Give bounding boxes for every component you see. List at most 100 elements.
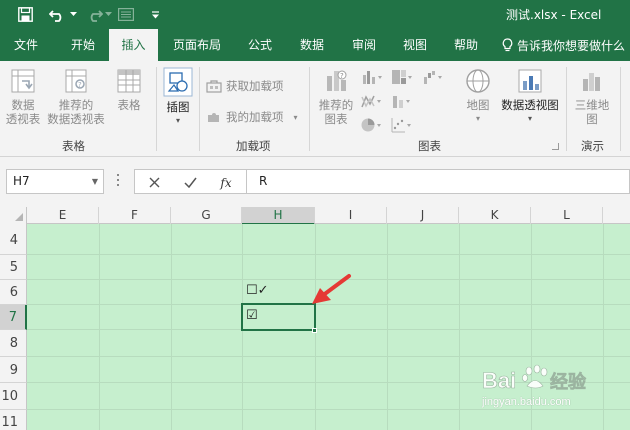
formula-bar-resize-handle[interactable]	[117, 174, 120, 189]
get-addins-label: 获取加载项	[226, 79, 284, 93]
undo-dropdown-icon[interactable]	[68, 0, 78, 29]
3d-map-button[interactable]: 三维地 图	[570, 67, 614, 126]
name-box[interactable]: H7 ▼	[6, 169, 104, 194]
waterfall-chart-icon[interactable]	[423, 69, 445, 85]
name-box-value: H7	[13, 174, 30, 188]
tab-formulas[interactable]: 公式	[238, 29, 282, 61]
recommended-pivot-button[interactable]: ? 推荐的 数据透视表	[45, 67, 107, 126]
row-header-8[interactable]: 8	[0, 330, 27, 357]
title-bar: 测试.xlsx - Excel	[0, 0, 630, 29]
row-header-7[interactable]: 7	[0, 305, 27, 330]
column-header-l[interactable]: L	[531, 207, 603, 224]
column-header-g[interactable]: G	[171, 207, 242, 224]
svg-text:?: ?	[78, 81, 82, 89]
active-cell-h7[interactable]	[241, 303, 316, 331]
row-header-9[interactable]: 9	[0, 357, 27, 383]
tab-help[interactable]: 帮助	[446, 29, 486, 61]
select-all-button[interactable]	[0, 207, 27, 224]
tours-group-label: 演示	[581, 139, 604, 153]
pie-chart-icon[interactable]	[361, 117, 383, 133]
cancel-icon[interactable]	[143, 170, 165, 195]
table-icon	[117, 69, 141, 93]
hierarchy-chart-icon[interactable]	[391, 69, 413, 85]
globe-icon	[466, 69, 490, 93]
map-chart-label: 地图	[466, 98, 490, 112]
tab-data[interactable]: 数据	[290, 29, 334, 61]
row-header-4[interactable]: 4	[0, 224, 27, 255]
group-separator	[199, 67, 200, 151]
column-header-h[interactable]: H	[242, 207, 315, 225]
column-header-k[interactable]: K	[459, 207, 531, 224]
fill-handle[interactable]	[312, 328, 317, 333]
column-chart-icon[interactable]	[361, 69, 383, 85]
line-chart-icon[interactable]	[361, 93, 383, 109]
redo-icon[interactable]	[84, 0, 104, 29]
window-title: 测试.xlsx - Excel	[506, 8, 602, 22]
illustrations-button[interactable]: 插图 ▾	[160, 67, 196, 128]
pivot-table-button[interactable]: 数据 透视表	[4, 67, 42, 126]
pivot-chart-dropdown-icon: ▾	[527, 114, 532, 123]
tab-page-layout[interactable]: 页面布局	[165, 29, 229, 61]
row-header-10[interactable]: 10	[0, 383, 27, 410]
group-separator	[620, 67, 621, 151]
formula-bar: H7 ▼ fx R	[0, 157, 630, 207]
illustrations-dropdown-icon: ▾	[175, 116, 180, 125]
svg-text:经验: 经验	[550, 371, 587, 393]
column-header-f[interactable]: F	[99, 207, 171, 224]
column-header-i[interactable]: I	[315, 207, 387, 224]
group-separator	[309, 67, 310, 151]
row-header-6[interactable]: 6	[0, 280, 27, 305]
map-chart-dropdown-icon: ▾	[475, 114, 480, 123]
save-icon[interactable]	[14, 0, 36, 29]
svg-text:?: ?	[340, 72, 344, 80]
column-header-row: E F G H I J K L	[0, 207, 630, 225]
tell-me-search[interactable]: 告诉我你想要做什么	[502, 29, 625, 61]
map-chart-button[interactable]: 地图 ▾	[460, 67, 496, 126]
recommended-charts-button[interactable]: ? 推荐的 图表	[314, 67, 358, 126]
charts-group-label: 图表	[418, 139, 441, 153]
undo-icon[interactable]	[46, 0, 68, 29]
form-icon[interactable]	[116, 0, 136, 29]
tab-file[interactable]: 文件	[2, 29, 50, 61]
recommended-charts-icon: ?	[327, 70, 347, 91]
tab-review[interactable]: 审阅	[342, 29, 386, 61]
column-header-e[interactable]: E	[27, 207, 99, 224]
tab-view[interactable]: 视图	[393, 29, 437, 61]
my-addins-button[interactable]: 我的加载项 ▾	[206, 109, 298, 125]
pivot-chart-icon	[518, 69, 542, 93]
3d-map-label-1: 三维地	[574, 98, 610, 112]
formula-input[interactable]: R	[246, 169, 630, 194]
recommended-charts-label-1: 推荐的	[318, 98, 354, 112]
name-box-dropdown-icon[interactable]: ▼	[92, 170, 98, 193]
ribbon-tabs: 文件 开始 插入 页面布局 公式 数据 审阅 视图 帮助 告诉我你想要做什么	[0, 29, 630, 61]
charts-dialog-launcher-icon[interactable]	[552, 143, 559, 150]
enter-check-icon[interactable]	[179, 170, 201, 195]
row-header-11[interactable]: 11	[0, 410, 27, 430]
tab-insert[interactable]: 插入	[109, 29, 158, 61]
insert-function-icon[interactable]: fx	[215, 170, 237, 195]
formula-controls: fx	[134, 169, 246, 194]
row-header-5[interactable]: 5	[0, 255, 27, 280]
scatter-chart-icon[interactable]	[391, 117, 413, 133]
customize-qat-icon[interactable]	[148, 0, 162, 29]
recommended-pivot-label-1: 推荐的	[58, 98, 94, 112]
column-header-j[interactable]: J	[387, 207, 459, 224]
3d-map-icon	[583, 73, 600, 91]
baidu-paw-logo: Bai 经验	[482, 364, 587, 393]
tell-me-label: 告诉我你想要做什么	[517, 38, 626, 53]
recommended-charts-label-2: 图表	[324, 112, 348, 126]
cell-h6[interactable]: ☐✓	[246, 283, 269, 298]
get-addins-button[interactable]: 获取加载项	[206, 78, 284, 94]
addins-group-label: 加载项	[236, 139, 271, 153]
statistic-chart-icon[interactable]	[391, 93, 413, 109]
my-addins-label: 我的加载项	[226, 110, 284, 124]
pivot-chart-button[interactable]: 数据透视图 ▾	[498, 67, 562, 126]
tab-home[interactable]: 开始	[57, 29, 109, 61]
redo-dropdown-icon[interactable]	[104, 0, 112, 29]
pivot-table-label-1: 数据	[11, 98, 35, 112]
pivot-chart-label: 数据透视图	[501, 98, 559, 112]
watermark-url: jingyan.baidu.com	[482, 396, 571, 408]
table-button[interactable]: 表格	[110, 67, 148, 112]
baidu-watermark: Bai 经验 jingyan.baidu.com	[482, 358, 627, 418]
table-label: 表格	[117, 98, 141, 112]
